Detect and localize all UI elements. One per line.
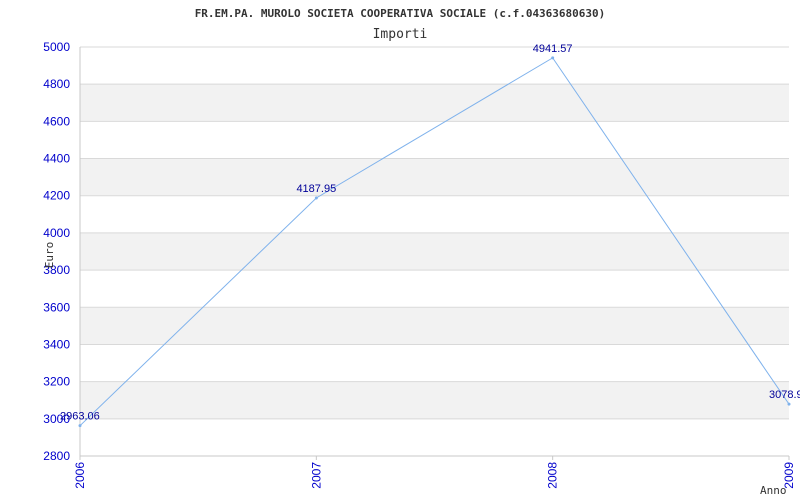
y-tick-label: 3600 [43,300,70,314]
y-tick-label: 4200 [43,189,70,203]
data-label: 3078.9 [769,389,800,401]
grid-band [80,232,789,271]
x-tick-label: 2007 [309,462,323,489]
y-tick-label: 2800 [43,449,70,463]
data-point [314,196,318,200]
chart-title: FR.EM.PA. MUROLO SOCIETA COOPERATIVA SOC… [195,7,606,20]
y-tick-label: 4800 [43,77,70,91]
grid-band [80,307,789,345]
chart-subtitle: Importi [373,27,428,42]
x-tick-label: 2008 [546,462,560,489]
x-tick-label: 2006 [73,462,87,489]
plot-background [80,84,789,419]
grid-band [80,381,789,419]
y-tick-label: 3400 [43,337,70,351]
y-tick-label: 4600 [43,114,70,128]
grid-band [80,84,789,122]
data-point [551,56,555,60]
y-tick-label: 3200 [43,375,70,389]
data-point [787,402,791,406]
y-axis-label: Euro [43,242,56,269]
y-tick-label: 5000 [43,40,70,54]
chart: FR.EM.PA. MUROLO SOCIETA COOPERATIVA SOC… [43,7,800,497]
grid-band [80,158,789,196]
data-label: 4941.57 [533,43,573,55]
y-tick-label: 4400 [43,152,70,166]
x-tick-labels: 2006 2007 2008 2009 [73,456,796,489]
data-label: 4187.95 [296,183,336,195]
x-axis-label: Anno [760,484,787,497]
data-label: 2963.06 [60,411,100,423]
y-tick-label: 4000 [43,226,70,240]
data-point [78,424,82,428]
